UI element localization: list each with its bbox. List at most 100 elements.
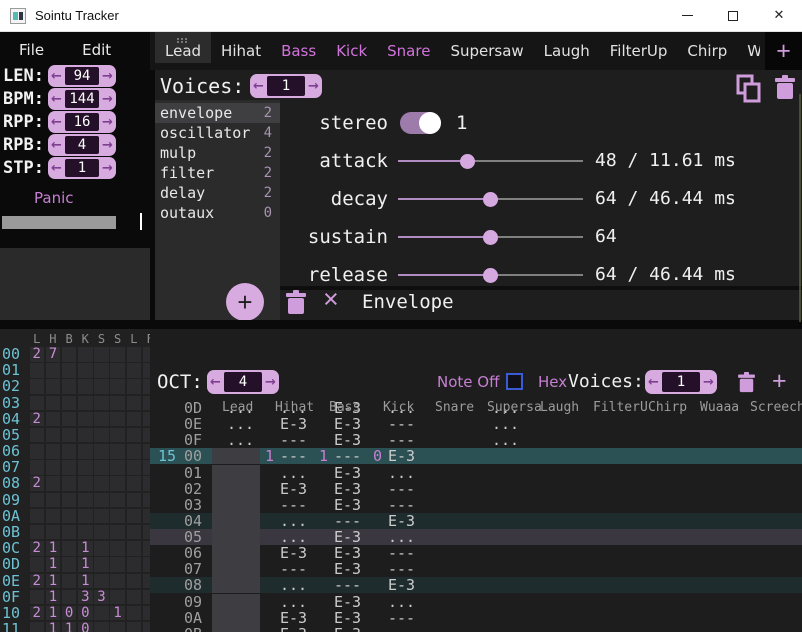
delete-instrument-button[interactable] bbox=[775, 75, 795, 100]
order-cell[interactable] bbox=[110, 412, 125, 427]
order-cell[interactable] bbox=[110, 396, 125, 411]
order-cell[interactable] bbox=[78, 412, 93, 427]
order-cell[interactable] bbox=[143, 476, 150, 491]
track-header-supersa[interactable]: Supersa bbox=[487, 400, 542, 416]
note-cell[interactable]: ... bbox=[388, 465, 415, 481]
minimize-button[interactable] bbox=[664, 0, 710, 32]
decrement-arrow-icon[interactable]: ← bbox=[48, 70, 65, 83]
increment-arrow-icon[interactable]: → bbox=[99, 139, 116, 152]
scrollbar[interactable] bbox=[799, 94, 801, 322]
order-cell[interactable] bbox=[110, 622, 125, 632]
order-cell[interactable] bbox=[62, 396, 77, 411]
order-cell[interactable]: 1 bbox=[78, 574, 93, 589]
decrement-arrow-icon[interactable]: ← bbox=[250, 80, 267, 93]
increment-arrow-icon[interactable]: → bbox=[262, 376, 279, 389]
order-cell[interactable] bbox=[127, 428, 142, 443]
note-cell[interactable]: ... bbox=[227, 432, 254, 448]
order-cell[interactable] bbox=[143, 444, 150, 459]
order-cell[interactable] bbox=[110, 460, 125, 475]
order-cell[interactable] bbox=[143, 606, 150, 621]
note-cell[interactable]: E-3 bbox=[388, 448, 415, 464]
note-cell[interactable]: E-3 bbox=[388, 577, 415, 593]
order-cell[interactable]: 0 bbox=[78, 622, 93, 632]
order-cell[interactable] bbox=[62, 444, 77, 459]
tab-bass[interactable]: Bass bbox=[271, 32, 326, 63]
tab-snare[interactable]: Snare bbox=[377, 32, 440, 63]
order-cell[interactable] bbox=[94, 509, 109, 524]
note-cell[interactable]: E-3 bbox=[334, 497, 361, 513]
attack-slider[interactable] bbox=[398, 160, 583, 162]
order-cell[interactable] bbox=[62, 557, 77, 572]
order-cell[interactable] bbox=[78, 363, 93, 378]
track-header-kick[interactable]: Kick bbox=[383, 400, 414, 416]
note-cell[interactable]: ... bbox=[388, 529, 415, 545]
track-header-filteru[interactable]: FilterU bbox=[593, 400, 648, 416]
order-cell[interactable] bbox=[46, 363, 61, 378]
order-cell[interactable] bbox=[127, 379, 142, 394]
order-cell[interactable] bbox=[127, 541, 142, 556]
order-cell[interactable] bbox=[94, 525, 109, 540]
note-cell[interactable]: ... bbox=[280, 577, 307, 593]
order-cell[interactable] bbox=[110, 541, 125, 556]
order-cell[interactable]: 3 bbox=[78, 590, 93, 605]
order-cell[interactable] bbox=[143, 396, 150, 411]
order-cell[interactable] bbox=[110, 509, 125, 524]
order-cell[interactable] bbox=[46, 444, 61, 459]
stp-stepper[interactable]: ←1→ bbox=[48, 157, 116, 179]
order-cell[interactable] bbox=[143, 428, 150, 443]
release-slider[interactable] bbox=[398, 274, 583, 276]
order-cell[interactable] bbox=[46, 412, 61, 427]
order-cell[interactable]: 0 bbox=[62, 606, 77, 621]
increment-arrow-icon[interactable]: → bbox=[99, 70, 116, 83]
note-cell[interactable]: ... bbox=[280, 529, 307, 545]
rpp-stepper[interactable]: ←16→ bbox=[48, 111, 116, 133]
order-cell[interactable] bbox=[143, 509, 150, 524]
decrement-arrow-icon[interactable]: ← bbox=[48, 116, 65, 129]
delete-track-button[interactable] bbox=[738, 372, 755, 393]
order-cell[interactable] bbox=[94, 396, 109, 411]
octave-stepper[interactable]: ←4→ bbox=[207, 370, 279, 394]
order-cell[interactable] bbox=[62, 412, 77, 427]
note-cell[interactable]: ... bbox=[280, 594, 307, 610]
stereo-toggle[interactable] bbox=[400, 112, 441, 134]
order-cell[interactable] bbox=[78, 460, 93, 475]
menu-file[interactable]: File bbox=[19, 41, 44, 59]
note-cell[interactable]: E-3 bbox=[280, 416, 307, 432]
note-cell[interactable]: --- bbox=[280, 448, 307, 464]
order-cell[interactable] bbox=[30, 525, 45, 540]
order-cell[interactable] bbox=[110, 363, 125, 378]
note-cell[interactable]: E-3 bbox=[334, 432, 361, 448]
order-cell[interactable] bbox=[94, 622, 109, 632]
rpb-stepper[interactable]: ←4→ bbox=[48, 134, 116, 156]
song-progress-bar[interactable] bbox=[2, 216, 116, 229]
order-cell[interactable] bbox=[94, 428, 109, 443]
increment-arrow-icon[interactable]: → bbox=[305, 80, 322, 93]
order-cell[interactable] bbox=[143, 622, 150, 632]
order-cell[interactable] bbox=[143, 379, 150, 394]
order-cell[interactable] bbox=[62, 493, 77, 508]
unit-row-filter[interactable]: filter2 bbox=[155, 163, 280, 183]
decrement-arrow-icon[interactable]: ← bbox=[48, 139, 65, 152]
track-header-chirp[interactable]: Chirp bbox=[648, 400, 687, 416]
note-cell[interactable]: E-3 bbox=[334, 610, 361, 626]
note-cell[interactable]: --- bbox=[388, 416, 415, 432]
decrement-arrow-icon[interactable]: ← bbox=[48, 162, 65, 175]
order-cell[interactable] bbox=[30, 622, 45, 632]
order-cell[interactable]: 1 bbox=[46, 541, 61, 556]
track-voices-stepper[interactable]: ←1→ bbox=[645, 370, 717, 394]
order-cell[interactable] bbox=[62, 525, 77, 540]
note-cell[interactable]: E-3 bbox=[334, 481, 361, 497]
slider-handle-icon[interactable] bbox=[460, 154, 475, 169]
order-cell[interactable] bbox=[143, 363, 150, 378]
order-cell[interactable]: 1 bbox=[46, 606, 61, 621]
order-cell[interactable] bbox=[94, 541, 109, 556]
note-cell[interactable]: ... bbox=[492, 432, 519, 448]
track-header-lead[interactable]: Lead bbox=[222, 400, 253, 416]
tab-chirp[interactable]: Chirp bbox=[677, 32, 737, 63]
order-cell[interactable] bbox=[94, 363, 109, 378]
tab-laugh[interactable]: Laugh bbox=[534, 32, 600, 63]
hex-checkbox[interactable] bbox=[506, 373, 523, 390]
order-cell[interactable]: 2 bbox=[30, 347, 45, 362]
sustain-slider[interactable] bbox=[398, 236, 583, 238]
order-cell[interactable]: 3 bbox=[94, 590, 109, 605]
